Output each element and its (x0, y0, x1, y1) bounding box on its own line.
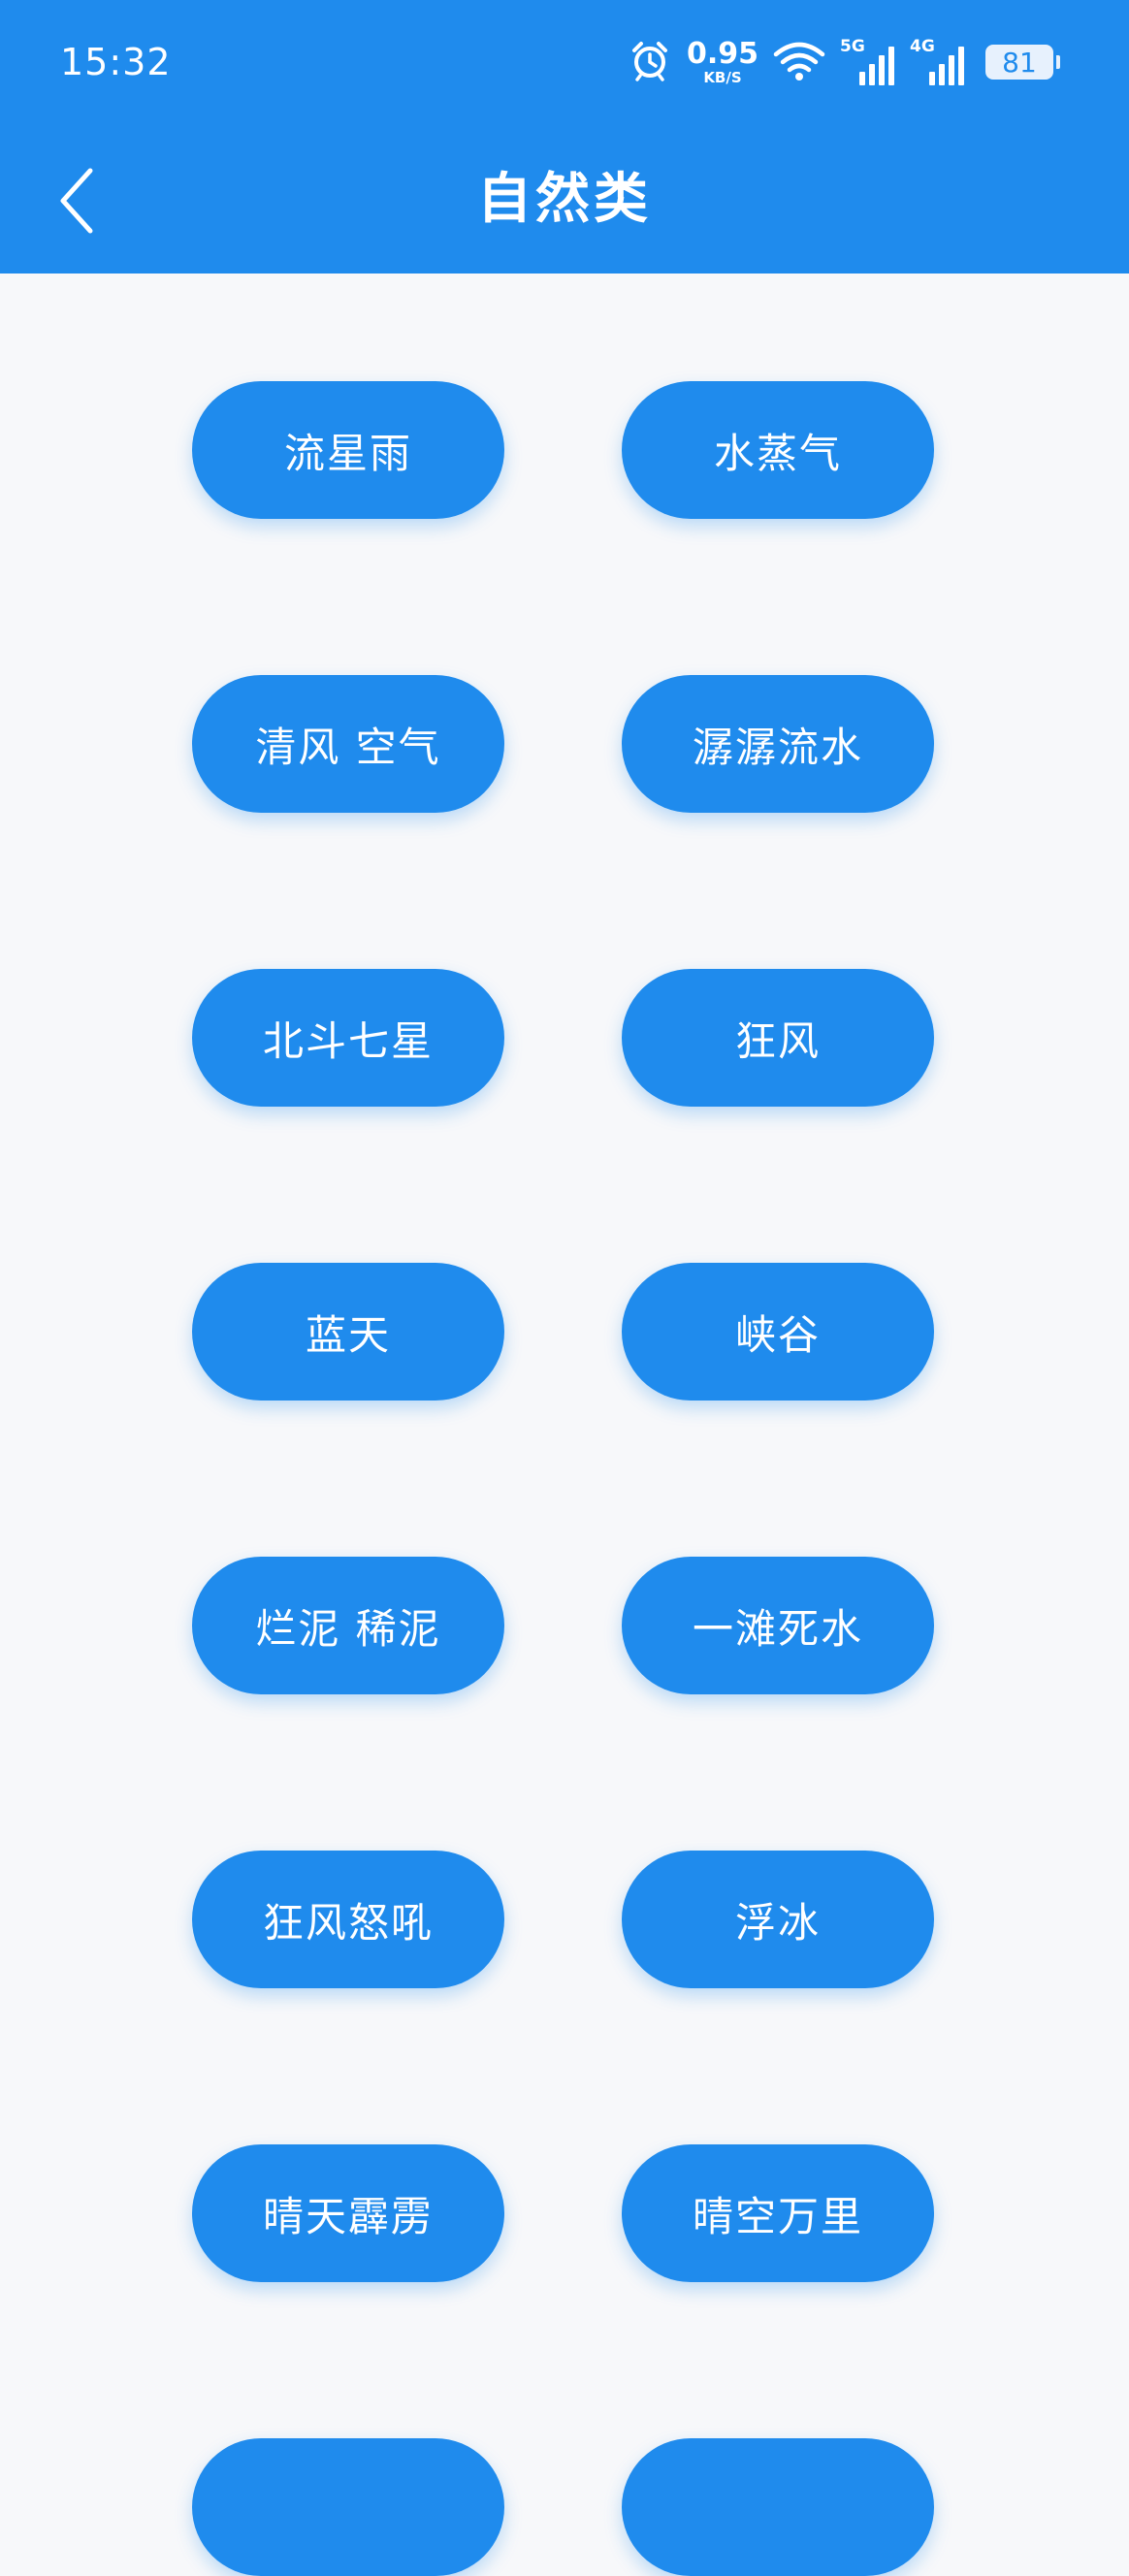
sound-button[interactable]: 清风 空气 (192, 675, 504, 813)
page-title: 自然类 (477, 168, 652, 231)
status-bar: 15:32 0.95 KB/S 5G 4G 81 (0, 0, 1129, 128)
sound-button[interactable]: 晴天霹雳 (192, 2144, 504, 2282)
sound-button[interactable]: 潺潺流水 (622, 675, 934, 813)
alarm-icon (629, 39, 671, 85)
signal-bars-icon (929, 47, 964, 85)
status-icons: 0.95 KB/S 5G 4G 81 (629, 35, 1060, 89)
sound-button[interactable]: 晴空万里 (622, 2144, 934, 2282)
wifi-icon (772, 39, 826, 85)
signal-4g-indicator: 4G (910, 39, 966, 85)
network-speed-value: 0.95 (686, 36, 758, 71)
signal-bars-icon (859, 47, 894, 85)
sound-button[interactable]: 狂风怒吼 (192, 1851, 504, 1988)
sound-button[interactable]: 北斗七星 (192, 969, 504, 1107)
sound-button[interactable]: 蓝天 (192, 1263, 504, 1401)
network-speed-unit: KB/S (703, 68, 742, 86)
sound-button[interactable]: 狂风 (622, 969, 934, 1107)
app-header: 15:32 0.95 KB/S 5G 4G 81 自然类 (0, 0, 1129, 274)
battery-level: 81 (1002, 46, 1037, 79)
signal-5g-indicator: 5G (840, 39, 896, 85)
sound-button[interactable]: 水蒸气 (622, 381, 934, 519)
network-speed: 0.95 KB/S (686, 36, 758, 86)
sound-button[interactable] (192, 2438, 504, 2576)
sound-button[interactable]: 浮冰 (622, 1851, 934, 1988)
status-time: 15:32 (60, 41, 172, 83)
battery-icon: 81 (985, 45, 1060, 80)
sound-button[interactable]: 流星雨 (192, 381, 504, 519)
sound-button[interactable]: 一滩死水 (622, 1557, 934, 1694)
sound-button[interactable] (622, 2438, 934, 2576)
sound-button[interactable]: 烂泥 稀泥 (192, 1557, 504, 1694)
sound-button[interactable]: 峡谷 (622, 1263, 934, 1401)
